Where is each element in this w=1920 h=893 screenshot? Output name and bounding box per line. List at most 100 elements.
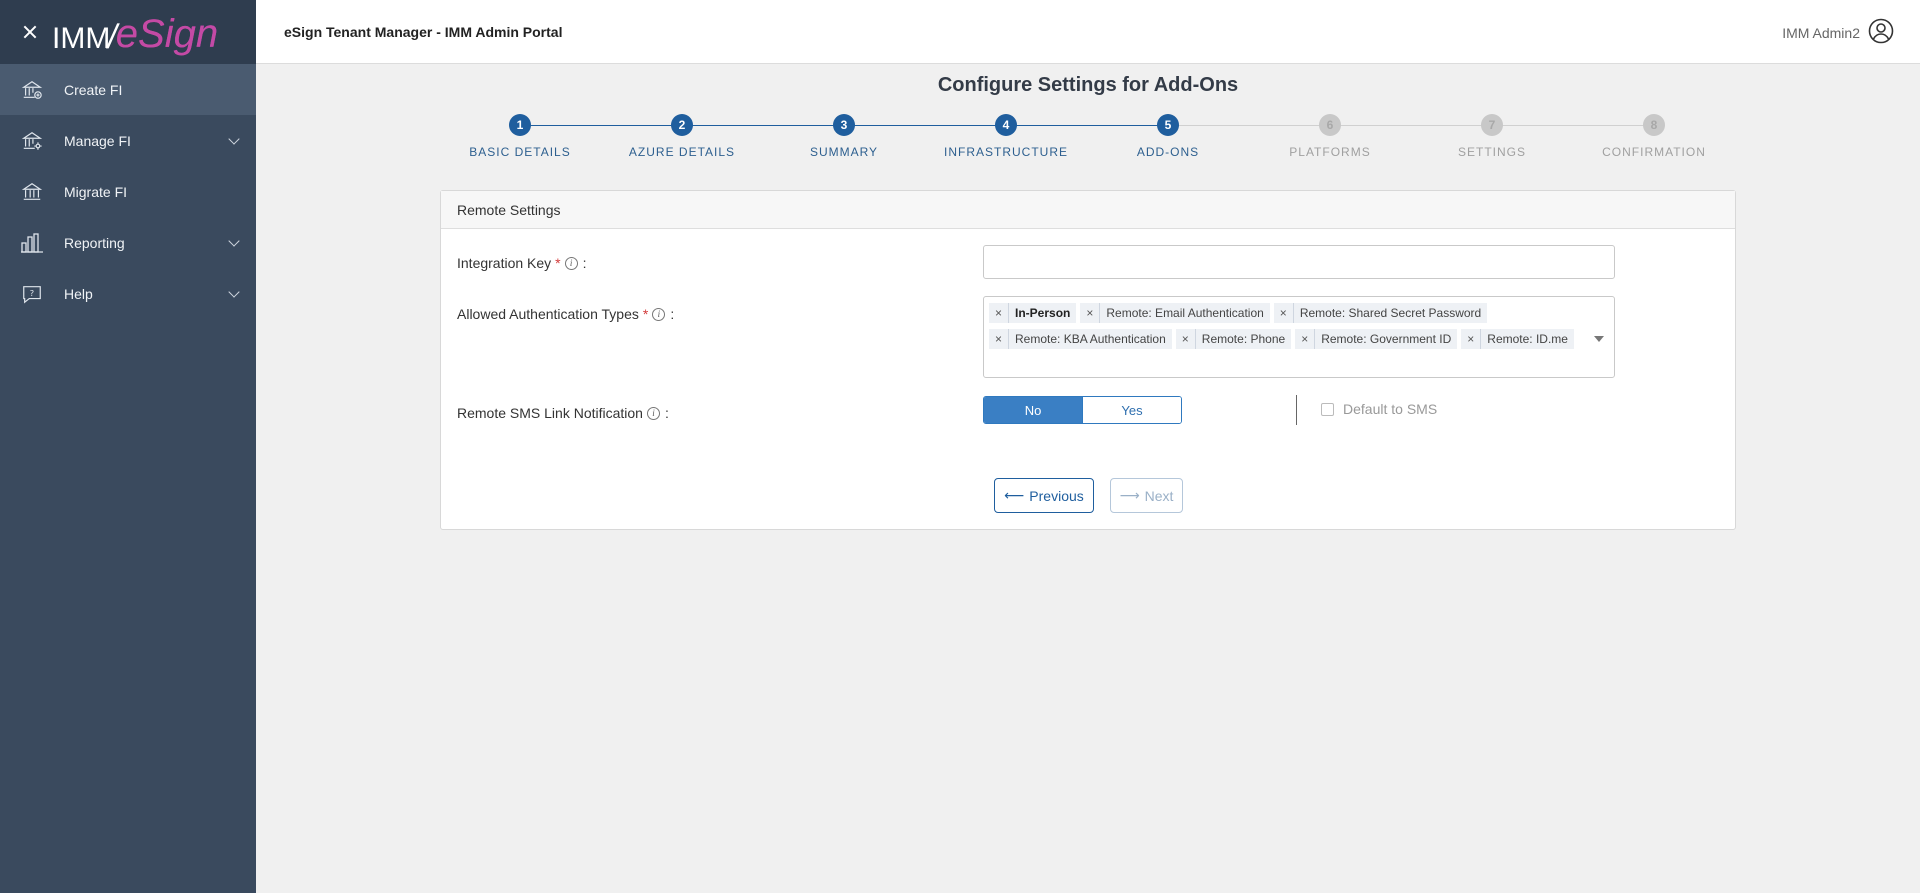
dropdown-caret-icon[interactable] (1594, 336, 1604, 342)
step-number-circle: 3 (833, 114, 855, 136)
sidebar-item-reporting[interactable]: Reporting (0, 217, 256, 268)
auth-types-label-text: Allowed Authentication Types (457, 306, 639, 322)
previous-button[interactable]: ⟵ Previous (994, 478, 1094, 513)
step-label: AZURE DETAILS (628, 145, 736, 159)
integration-key-label-text: Integration Key (457, 255, 552, 271)
auth-types-label: Allowed Authentication Types * i : (457, 306, 674, 322)
integration-key-input[interactable] (983, 245, 1615, 279)
sms-link-label: Remote SMS Link Notification i : (457, 405, 669, 421)
required-asterisk: * (642, 306, 649, 322)
step-number-circle: 4 (995, 114, 1017, 136)
toggle-yes-button[interactable]: Yes (1082, 397, 1181, 423)
remove-tag-icon[interactable]: × (1461, 329, 1482, 349)
logo-esign-text: eSign (115, 12, 219, 56)
sidebar-item-migrate-fi[interactable]: Migrate FI (0, 166, 256, 217)
chevron-down-icon[interactable] (228, 286, 240, 298)
label-colon: : (582, 255, 587, 271)
info-icon[interactable]: i (564, 256, 578, 270)
selected-tag: × In-Person (988, 302, 1078, 324)
tag-label: Remote: KBA Authentication (1015, 332, 1166, 346)
sidebar-item-create-fi[interactable]: Create FI (0, 64, 256, 115)
step-number-circle: 7 (1481, 114, 1503, 136)
next-button-label: Next (1144, 487, 1174, 504)
step-label: CONFIRMATION (1602, 145, 1706, 159)
step-number-circle: 6 (1319, 114, 1341, 136)
svg-text:?: ? (30, 287, 34, 297)
step-number-circle: 1 (509, 114, 531, 136)
bar-chart-icon (20, 231, 44, 255)
remove-tag-icon[interactable]: × (1080, 303, 1101, 323)
sms-link-label-text: Remote SMS Link Notification (457, 405, 643, 421)
remove-tag-icon[interactable]: × (989, 303, 1010, 323)
tag-label: Remote: Email Authentication (1106, 306, 1264, 320)
chevron-down-icon[interactable] (228, 133, 240, 145)
next-button[interactable]: ⟶ Next (1110, 478, 1183, 513)
app-title: eSign Tenant Manager - IMM Admin Portal (284, 24, 563, 40)
toggle-no-button[interactable]: No (984, 397, 1082, 423)
step-number-circle: 8 (1643, 114, 1665, 136)
chevron-down-icon[interactable] (228, 235, 240, 247)
label-colon: : (664, 405, 669, 421)
step-label: SETTINGS (1457, 145, 1526, 159)
auth-types-multiselect[interactable]: × In-Person × Remote: Email Authentication ×… (983, 296, 1615, 378)
step-8: 8 CONFIRMATION (1573, 112, 1735, 159)
selected-tag: × Remote: KBA Authentication (988, 328, 1173, 350)
default-to-sms-option[interactable]: Default to SMS (1321, 401, 1437, 417)
close-icon[interactable] (20, 22, 40, 42)
step-number-circle: 2 (671, 114, 693, 136)
step-3: 3 SUMMARY (763, 112, 925, 159)
sidebar-item-help[interactable]: ? Help (0, 268, 256, 319)
info-icon[interactable]: i (652, 307, 666, 321)
remove-tag-icon[interactable]: × (1176, 329, 1196, 349)
sidebar-header: IMM / eSign (0, 0, 256, 64)
tag-label: Remote: Shared Secret Password (1299, 306, 1482, 320)
user-menu[interactable]: IMM Admin2 (1782, 18, 1894, 47)
step-4: 4 INFRASTRUCTURE (925, 112, 1087, 159)
info-icon[interactable]: i (646, 406, 660, 420)
tag-label: In-Person (1015, 306, 1071, 320)
sidebar-item-label: Migrate FI (64, 183, 128, 200)
remote-settings-card: Remote Settings Integration Key * i : Al… (440, 190, 1736, 530)
bank-add-icon (20, 78, 44, 102)
user-avatar-icon[interactable] (1868, 18, 1894, 47)
step-number-circle: 5 (1157, 114, 1179, 136)
selected-tag: × Remote: Shared Secret Password (1272, 302, 1489, 324)
help-chat-icon: ? (20, 282, 44, 306)
step-2: 2 AZURE DETAILS (601, 112, 763, 159)
tag-label: Remote: Phone (1201, 332, 1286, 346)
arrow-right-icon: ⟶ (1119, 487, 1140, 503)
step-5: 5 ADD-ONS (1087, 112, 1249, 159)
remove-tag-icon[interactable]: × (1274, 303, 1294, 323)
card-header: Remote Settings (441, 191, 1735, 229)
step-7: 7 SETTINGS (1411, 112, 1573, 159)
remove-tag-icon[interactable]: × (1295, 329, 1316, 349)
step-label: PLATFORMS (1289, 145, 1371, 159)
sidebar-item-label: Reporting (64, 234, 125, 251)
sms-link-toggle: No Yes (983, 396, 1182, 424)
step-label: BASIC DETAILS (469, 145, 571, 159)
selected-tag: × Remote: Email Authentication (1079, 302, 1271, 324)
label-colon: : (670, 306, 675, 322)
progress-stepper: 1 BASIC DETAILS 2 AZURE DETAILS 3 SUMMARY 4 INF… (440, 112, 1730, 172)
previous-button-label: Previous (1029, 487, 1084, 504)
tag-label: Remote: Government ID (1321, 332, 1452, 346)
default-to-sms-checkbox[interactable] (1321, 402, 1334, 416)
page-title: Configure Settings for Add-Ons (937, 74, 1239, 96)
sidebar-item-label: Create FI (64, 81, 123, 98)
selected-tags: × In-Person × Remote: Email Authentication ×… (988, 300, 1588, 352)
required-asterisk: * (555, 255, 561, 271)
default-to-sms-label: Default to SMS (1343, 401, 1438, 417)
sidebar-item-manage-fi[interactable]: Manage FI (0, 115, 256, 166)
step-label: ADD-ONS (1136, 145, 1200, 159)
selected-tag: × Remote: Government ID (1294, 328, 1459, 350)
remove-tag-icon[interactable]: × (989, 329, 1010, 349)
integration-key-label: Integration Key * i : (457, 255, 587, 271)
tag-label: Remote: ID.me (1487, 332, 1568, 346)
top-bar: eSign Tenant Manager - IMM Admin Portal … (256, 0, 1920, 64)
sidebar: IMM / eSign Create FI Manage FI Migrate … (0, 0, 256, 893)
divider (1296, 395, 1297, 425)
bank-gear-icon (20, 129, 44, 153)
step-6: 6 PLATFORMS (1249, 112, 1411, 159)
step-1: 1 BASIC DETAILS (439, 112, 601, 159)
logo-imm-text: IMM (52, 22, 111, 55)
